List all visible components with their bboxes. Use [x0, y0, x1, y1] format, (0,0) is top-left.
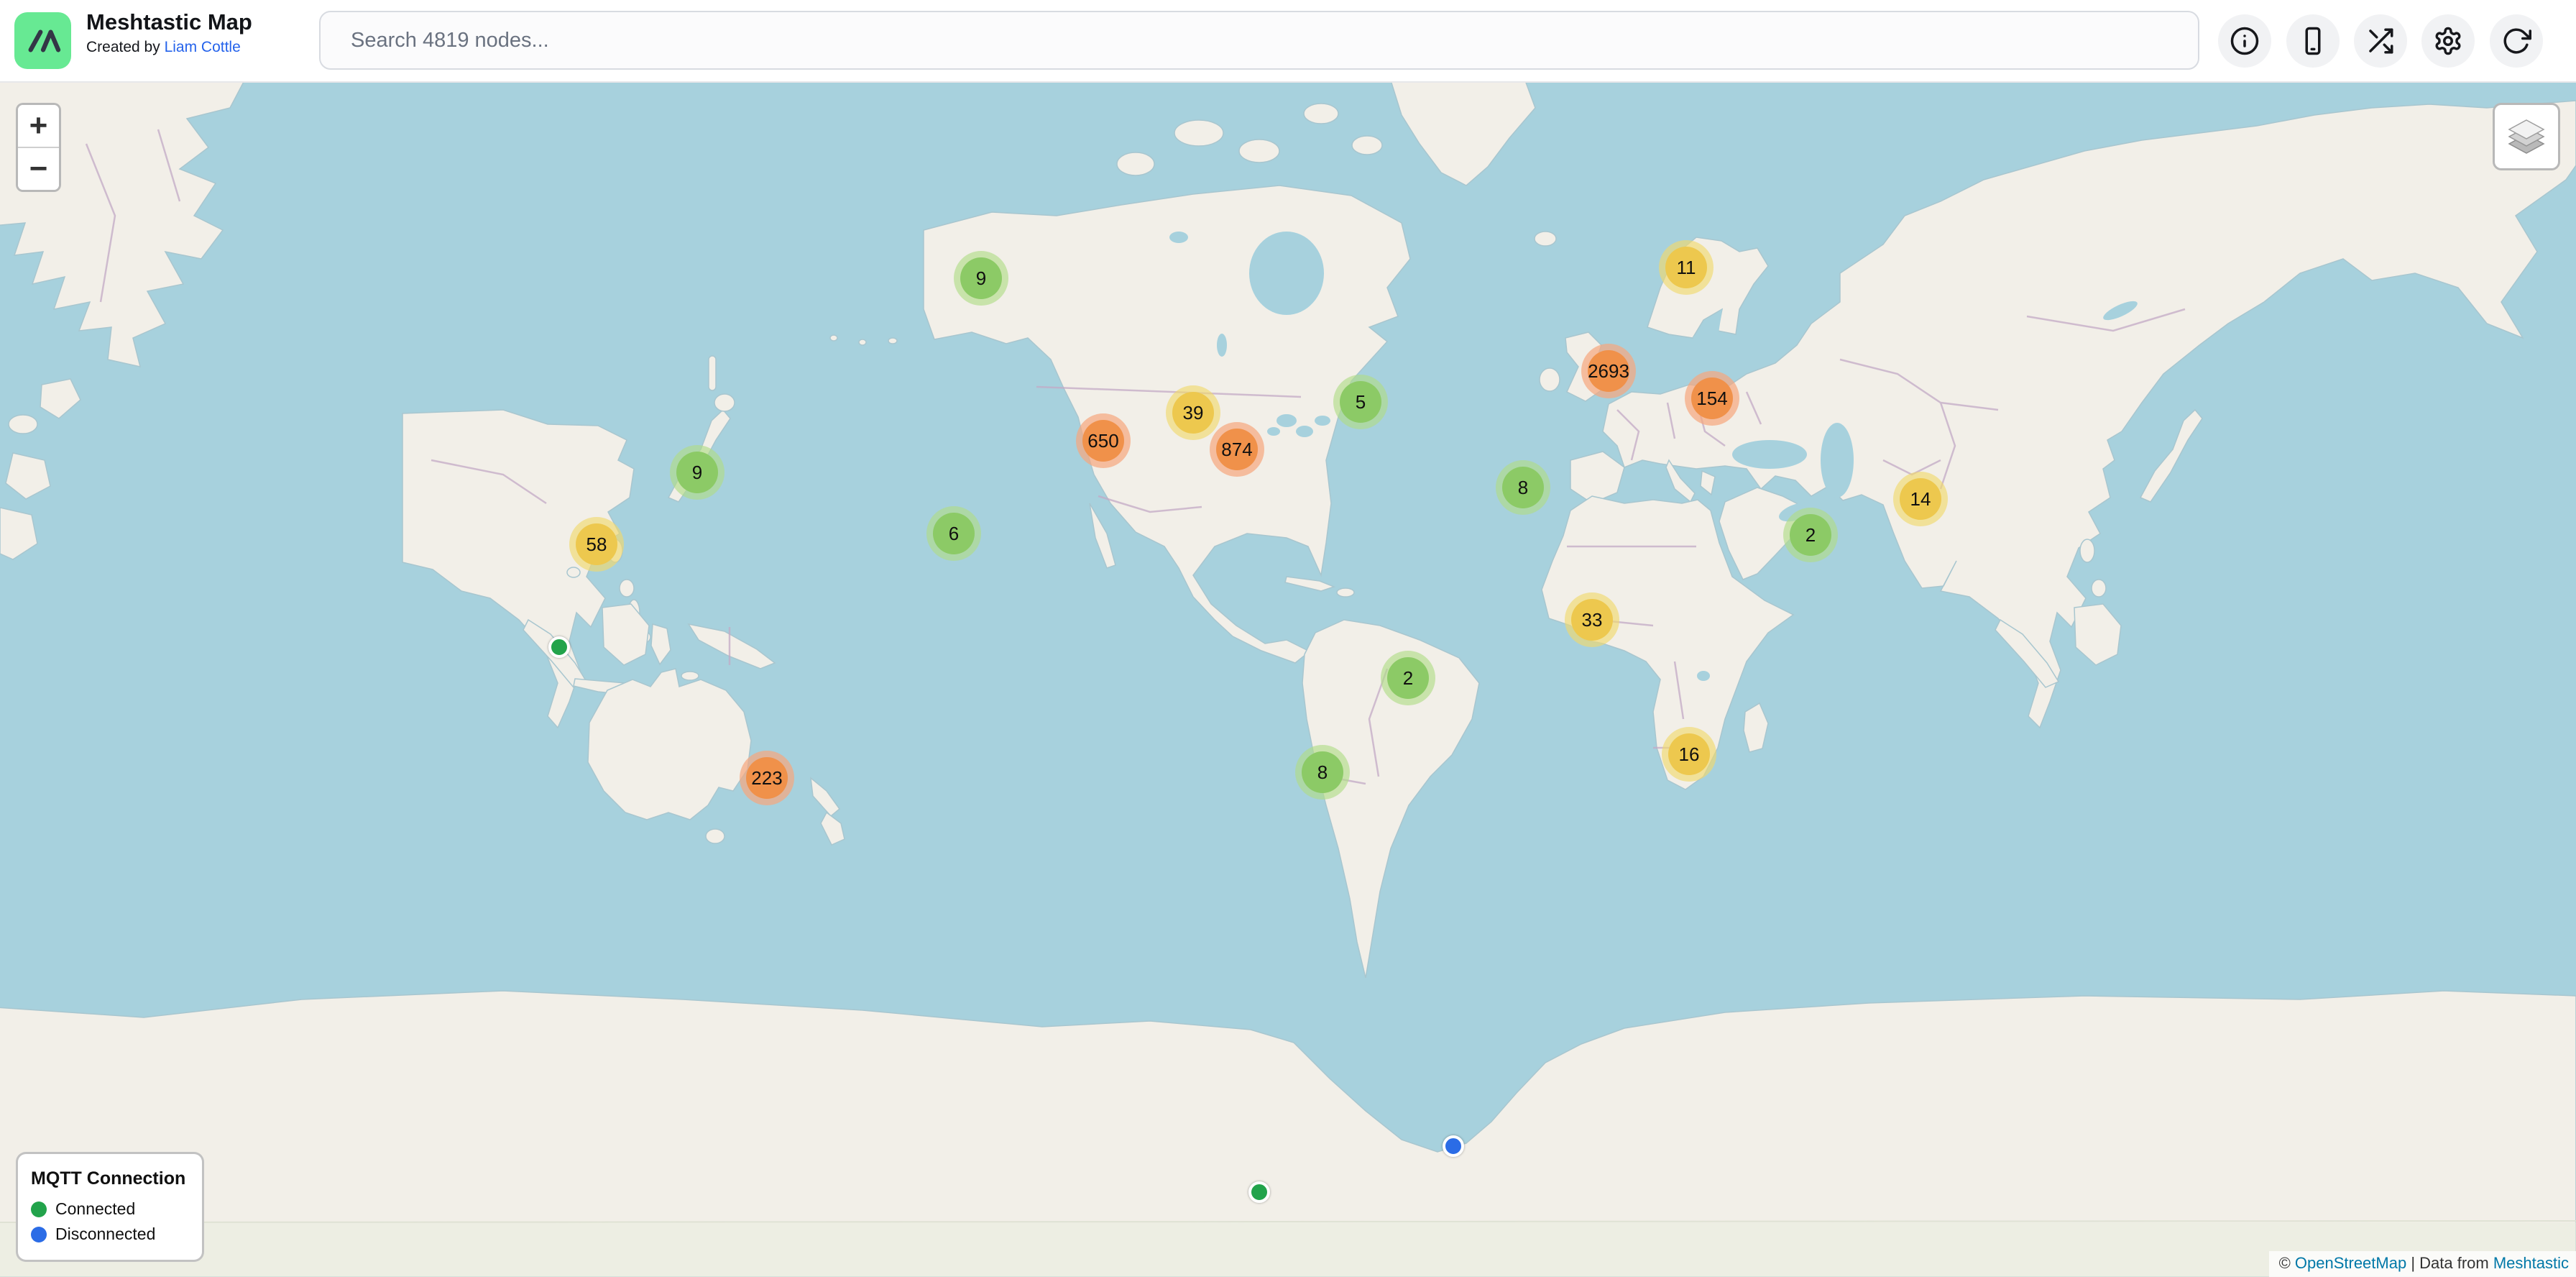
cluster-marker[interactable]: 650	[1076, 413, 1131, 468]
cluster-marker[interactable]: 6	[926, 506, 981, 561]
attribution-separator: | Data from	[2406, 1254, 2493, 1272]
connected-dot	[31, 1202, 47, 1217]
cluster-count: 9	[976, 267, 986, 290]
cluster-marker[interactable]: 874	[1210, 422, 1264, 477]
cluster-count: 2693	[1588, 360, 1629, 383]
cluster-inner: 8	[1502, 467, 1544, 508]
meshtastic-logo-icon	[21, 19, 65, 63]
cluster-count: 154	[1696, 388, 1727, 410]
device-button[interactable]	[2286, 14, 2340, 68]
legend-title: MQTT Connection	[31, 1168, 189, 1189]
smartphone-icon	[2298, 26, 2328, 56]
cluster-inner: 2	[1790, 514, 1831, 556]
cluster-count: 5	[1356, 391, 1366, 413]
legend-label: Connected	[55, 1199, 135, 1219]
cluster-count: 16	[1679, 743, 1700, 766]
cluster-marker[interactable]: 5	[1333, 375, 1388, 429]
cluster-marker[interactable]: 2	[1783, 508, 1838, 562]
mqtt-legend: MQTT Connection Connected Disconnected	[16, 1152, 204, 1262]
cluster-inner: 2693	[1588, 350, 1629, 392]
cluster-inner: 33	[1571, 599, 1613, 641]
meshtastic-logo	[14, 12, 71, 69]
cluster-count: 2	[1403, 667, 1413, 690]
cluster-inner: 16	[1668, 733, 1710, 775]
cluster-inner: 58	[576, 523, 617, 565]
cluster-inner: 6	[933, 513, 975, 554]
cluster-inner: 14	[1900, 478, 1941, 520]
cluster-inner: 39	[1172, 392, 1214, 434]
cluster-inner: 9	[676, 452, 718, 493]
node-marker-disconnected[interactable]	[1443, 1135, 1464, 1157]
cluster-count: 58	[586, 534, 607, 556]
world-map[interactable]	[0, 0, 2576, 1277]
subtitle-prefix: Created by	[86, 39, 165, 55]
zoom-control: + −	[16, 103, 61, 192]
cluster-count: 2	[1806, 524, 1816, 546]
cluster-marker[interactable]: 14	[1893, 472, 1948, 526]
cluster-marker[interactable]: 154	[1685, 371, 1739, 426]
cluster-count: 9	[692, 462, 702, 484]
info-icon	[2230, 26, 2260, 56]
settings-gear-icon	[2433, 26, 2463, 56]
cluster-marker[interactable]: 58	[569, 517, 624, 572]
cluster-count: 39	[1183, 402, 1204, 424]
cluster-marker[interactable]: 2	[1381, 651, 1435, 705]
app-subtitle: Created by Liam Cottle	[86, 37, 252, 57]
author-link[interactable]: Liam Cottle	[165, 39, 241, 55]
cluster-count: 14	[1910, 488, 1931, 511]
cluster-inner: 11	[1665, 247, 1707, 288]
shuffle-icon	[2365, 26, 2396, 56]
attribution-copyright: ©	[2279, 1254, 2295, 1272]
cluster-marker[interactable]: 16	[1662, 727, 1716, 782]
openstreetmap-link[interactable]: OpenStreetMap	[2295, 1254, 2406, 1272]
legend-row-disconnected: Disconnected	[31, 1225, 189, 1244]
layers-icon	[2503, 116, 2549, 157]
cluster-inner: 2	[1387, 657, 1429, 699]
random-node-button[interactable]	[2354, 14, 2407, 68]
cluster-inner: 8	[1302, 751, 1343, 793]
cluster-inner: 874	[1216, 429, 1258, 470]
meshtastic-link[interactable]: Meshtastic	[2493, 1254, 2569, 1272]
app-title: Meshtastic Map	[86, 7, 252, 37]
cluster-inner: 650	[1082, 420, 1124, 462]
cluster-marker[interactable]: 2693	[1581, 344, 1636, 398]
cluster-count: 11	[1677, 257, 1696, 279]
node-marker-connected[interactable]	[1248, 1181, 1270, 1203]
ice-shelf	[0, 1222, 2576, 1277]
info-button[interactable]	[2218, 14, 2271, 68]
cluster-marker[interactable]: 8	[1295, 745, 1350, 800]
cluster-count: 8	[1317, 761, 1328, 784]
zoom-in-button[interactable]: +	[18, 105, 59, 148]
settings-button[interactable]	[2421, 14, 2475, 68]
cluster-marker[interactable]: 9	[670, 445, 724, 500]
cluster-marker[interactable]: 8	[1496, 460, 1550, 515]
cluster-count: 874	[1221, 439, 1252, 461]
legend-label: Disconnected	[55, 1225, 155, 1244]
header: Meshtastic Map Created by Liam Cottle	[0, 0, 2576, 83]
cluster-marker[interactable]: 223	[740, 751, 794, 805]
cluster-count: 650	[1087, 430, 1118, 452]
brand-block: Meshtastic Map Created by Liam Cottle	[86, 7, 252, 57]
cluster-inner: 154	[1691, 377, 1733, 419]
cluster-inner: 5	[1340, 381, 1381, 423]
cluster-marker[interactable]: 33	[1565, 592, 1619, 647]
legend-row-connected: Connected	[31, 1199, 189, 1219]
cluster-count: 8	[1518, 477, 1528, 499]
cluster-inner: 9	[960, 257, 1002, 299]
search-input[interactable]	[319, 11, 2199, 70]
disconnected-dot	[31, 1227, 47, 1242]
refresh-button[interactable]	[2490, 14, 2543, 68]
cluster-inner: 223	[746, 757, 788, 799]
cluster-count: 223	[751, 767, 782, 789]
refresh-icon	[2501, 26, 2531, 56]
cluster-marker[interactable]: 11	[1659, 240, 1714, 295]
layers-control[interactable]	[2493, 103, 2560, 170]
cluster-count: 6	[949, 523, 959, 545]
zoom-out-button[interactable]: −	[18, 148, 59, 190]
cluster-marker[interactable]: 39	[1166, 385, 1220, 440]
cluster-marker[interactable]: 9	[954, 251, 1008, 306]
cluster-count: 33	[1582, 609, 1603, 631]
map-attribution: © OpenStreetMap | Data from Meshtastic	[2269, 1251, 2576, 1277]
node-marker-connected[interactable]	[548, 636, 570, 658]
